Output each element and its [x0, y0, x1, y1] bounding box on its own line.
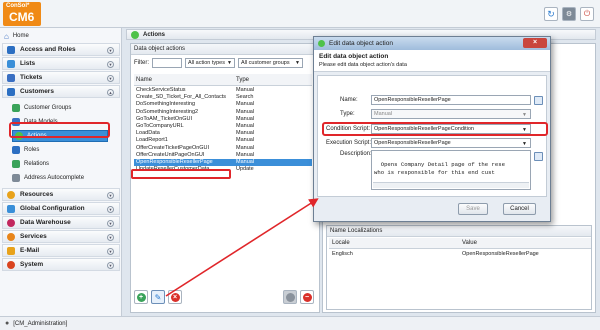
- red-arrow-annotation: [165, 198, 319, 297]
